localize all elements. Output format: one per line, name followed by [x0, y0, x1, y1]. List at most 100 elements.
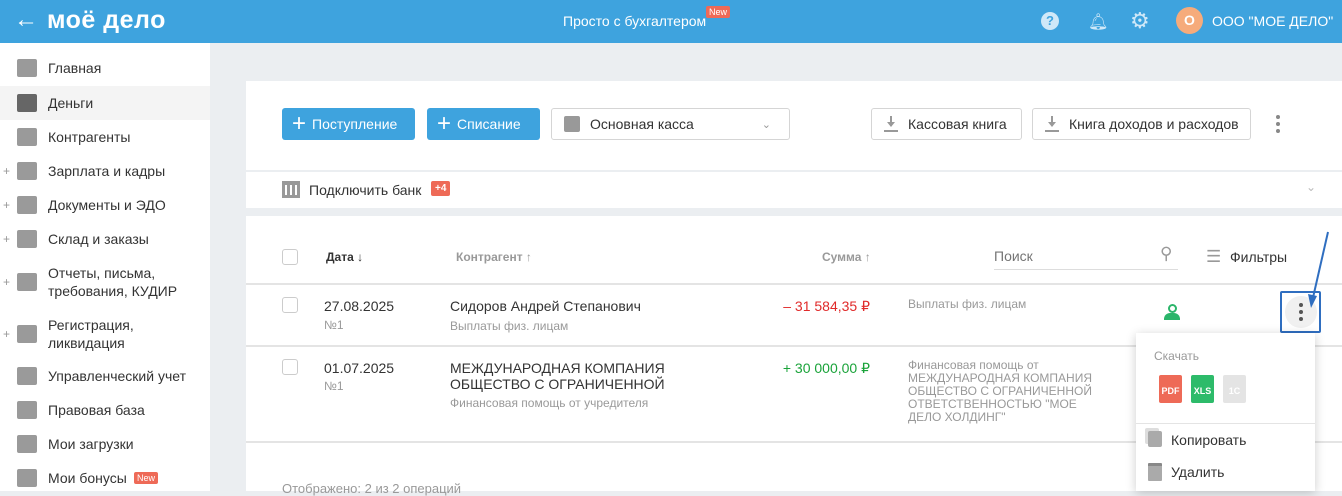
connect-bank-label: Подключить банк: [309, 182, 422, 198]
row-checkbox[interactable]: [282, 359, 298, 375]
sidebar-item-money[interactable]: Деньги: [0, 86, 210, 120]
folder-icon: [17, 196, 37, 214]
sidebar-item-management[interactable]: Управленческий учет: [0, 363, 210, 389]
report-check-icon: [17, 273, 37, 291]
gift-icon: [17, 469, 37, 487]
sort-date[interactable]: Дата ↓: [326, 250, 363, 264]
chevron-down-icon[interactable]: ⌄: [1306, 180, 1316, 194]
sidebar: Главная Деньги Контрагенты + Зарплата и к…: [0, 43, 210, 491]
select-all-checkbox[interactable]: [282, 249, 298, 265]
sidebar-item-registration[interactable]: + Регистрация, ликвидация: [0, 315, 210, 353]
row-amount: + 30 000,00 ₽: [782, 360, 870, 376]
top-bar: ← моё дело Просто с бухгалтером New ? 🔔︎…: [0, 0, 1342, 43]
annotation-arrow: [1308, 231, 1329, 308]
bank-row[interactable]: Подключить банк +4 ⌄: [246, 172, 1342, 208]
row-subtitle: Выплаты физ. лицам: [450, 319, 569, 333]
expand-icon[interactable]: +: [3, 232, 10, 246]
results-count: Отображено: 2 из 2 операций: [282, 481, 462, 496]
bell-icon[interactable]: 🔔︎: [1088, 12, 1108, 32]
chevron-down-icon: ⌄: [761, 118, 771, 131]
help-icon[interactable]: ?: [1041, 12, 1059, 30]
sidebar-item-downloads[interactable]: Мои загрузки: [0, 431, 210, 457]
copy-menu-item[interactable]: Копировать: [1136, 428, 1315, 454]
copy-icon: [1148, 431, 1162, 447]
row-actions-menu: Скачать PDF XLS 1C Копировать Удалить: [1136, 333, 1315, 491]
filter-sliders-icon[interactable]: ☰: [1206, 247, 1221, 267]
logo[interactable]: моё дело: [47, 6, 166, 35]
row-description: Финансовая помощь от МЕЖДУНАРОДНАЯ КОМПА…: [908, 358, 1093, 424]
income-label: Поступление: [312, 116, 398, 132]
toolbar-card: + Поступление + Списание Основная касса ⌄ К…: [246, 81, 1342, 170]
filters-button[interactable]: Фильтры: [1230, 249, 1287, 265]
bank-icon: [282, 181, 300, 198]
row-description: Выплаты физ. лицам: [908, 297, 1027, 311]
sidebar-item-home[interactable]: Главная: [0, 55, 210, 81]
accountant-link[interactable]: Просто с бухгалтером: [563, 13, 706, 29]
expand-icon[interactable]: +: [3, 275, 10, 289]
income-book-label: Книга доходов и расходов: [1069, 116, 1239, 132]
person-status-icon: [1164, 304, 1180, 322]
cash-register-icon: [564, 116, 580, 132]
more-icon[interactable]: [1271, 113, 1285, 135]
cashbox-select[interactable]: Основная касса ⌄: [551, 108, 790, 140]
row-number: №1: [324, 318, 344, 332]
copy-label: Копировать: [1171, 432, 1247, 448]
menu-divider: [1136, 423, 1315, 424]
bank-count-badge: +4: [431, 181, 451, 196]
download-title: Скачать: [1154, 349, 1199, 363]
delete-label: Удалить: [1171, 464, 1225, 480]
registration-icon: [17, 325, 37, 343]
sidebar-item-documents[interactable]: + Документы и ЭДО: [0, 192, 210, 218]
money-icon: [17, 94, 37, 112]
trash-icon: [1148, 463, 1162, 481]
row-subtitle: Финансовая помощь от учредителя: [450, 396, 649, 410]
folder-icon: [17, 435, 37, 453]
download-icon: [1045, 116, 1059, 132]
home-icon: [17, 59, 37, 77]
download-pdf-button[interactable]: PDF: [1159, 375, 1182, 403]
download-icon: [884, 116, 898, 132]
sort-sum[interactable]: Сумма ↑: [822, 250, 871, 264]
download-xls-button[interactable]: XLS: [1191, 375, 1214, 403]
company-name[interactable]: ООО "МОЕ ДЕЛО": [1212, 13, 1333, 29]
cart-icon: [17, 230, 37, 248]
sidebar-item-bonuses[interactable]: Мои бонусы New: [0, 465, 210, 491]
new-badge: New: [134, 472, 159, 484]
ruble-icon: [17, 367, 37, 385]
search-input[interactable]: [994, 242, 1178, 270]
sidebar-item-reports[interactable]: + Отчеты, письма, требования, КУДИР: [0, 263, 210, 301]
sidebar-item-counterparties[interactable]: Контрагенты: [0, 124, 210, 150]
row-amount: – 31 584,35 ₽: [783, 298, 870, 314]
row-checkbox[interactable]: [282, 297, 298, 313]
row-date: 01.07.2025: [324, 360, 395, 376]
expand-icon[interactable]: +: [3, 198, 10, 212]
gear-icon[interactable]: ⚙: [1130, 8, 1150, 34]
delete-menu-item[interactable]: Удалить: [1136, 460, 1315, 486]
row-date: 27.08.2025: [324, 298, 395, 314]
cashbox-value: Основная касса: [590, 116, 694, 132]
sidebar-item-salary[interactable]: + Зарплата и кадры: [0, 158, 210, 184]
back-arrow-icon[interactable]: ←: [14, 8, 38, 32]
expense-button[interactable]: + Списание: [427, 108, 540, 140]
new-badge: New: [706, 6, 731, 18]
row-counterparty[interactable]: Сидоров Андрей Степанович: [450, 298, 641, 314]
divider: [246, 283, 1342, 285]
expand-icon[interactable]: +: [3, 164, 10, 178]
row-number: №1: [324, 379, 344, 393]
briefcase-icon: [17, 401, 37, 419]
row-counterparty[interactable]: МЕЖДУНАРОДНАЯ КОМПАНИЯ ОБЩЕСТВО С ОГРАНИ…: [450, 360, 670, 392]
download-1c-button: 1C: [1223, 375, 1246, 403]
sidebar-item-warehouse[interactable]: + Склад и заказы: [0, 226, 210, 252]
avatar[interactable]: О: [1176, 7, 1203, 34]
income-button[interactable]: + Поступление: [282, 108, 415, 140]
person-icon: [17, 128, 37, 146]
cash-book-button[interactable]: Кассовая книга: [871, 108, 1022, 140]
expand-icon[interactable]: +: [3, 327, 10, 341]
income-book-button[interactable]: Книга доходов и расходов: [1032, 108, 1251, 140]
sidebar-item-legal[interactable]: Правовая база: [0, 397, 210, 423]
search-icon[interactable]: ⚲: [1160, 244, 1172, 264]
sort-counterparty[interactable]: Контрагент ↑: [456, 250, 532, 264]
cash-book-label: Кассовая книга: [908, 116, 1007, 132]
expense-label: Списание: [457, 116, 521, 132]
wallet-icon: [17, 162, 37, 180]
